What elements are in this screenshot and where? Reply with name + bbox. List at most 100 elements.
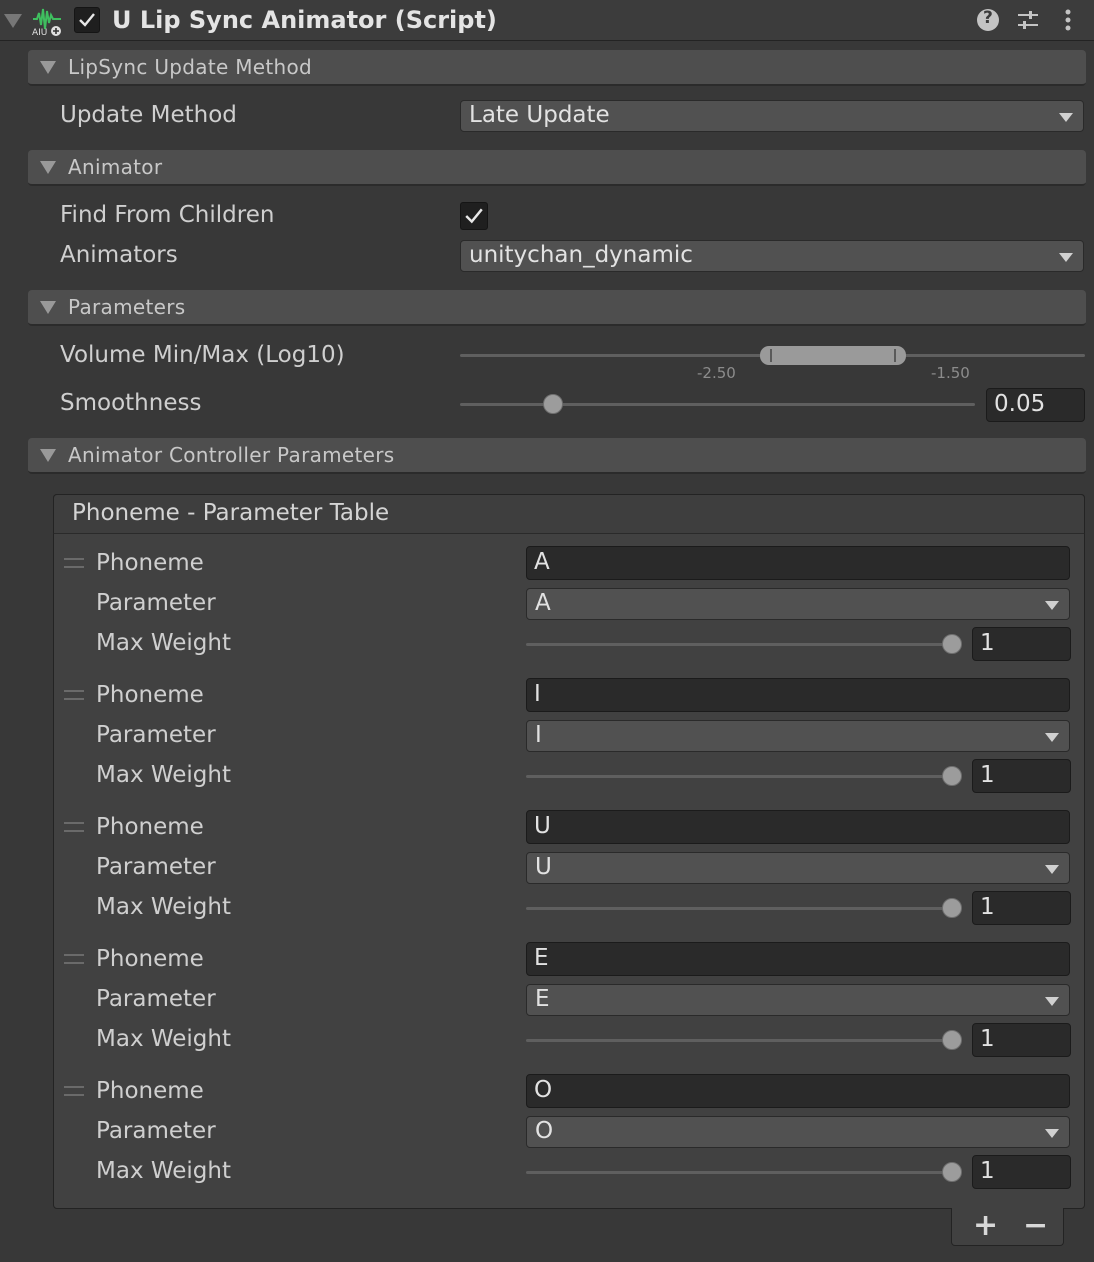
foldout-arrow-icon[interactable] [4, 14, 22, 28]
phoneme-field[interactable]: O [526, 1074, 1070, 1108]
component-header: AIU U Lip Sync Animator (Script) ? [0, 0, 1094, 41]
drag-handle-icon[interactable] [64, 1086, 84, 1096]
phoneme-field[interactable]: E [526, 942, 1070, 976]
volume-range-handle[interactable] [760, 346, 906, 365]
component-enabled-checkbox[interactable] [74, 7, 100, 33]
volume-minmax-label: Volume Min/Max (Log10) [60, 342, 345, 368]
section-title: Parameters [68, 295, 186, 319]
phoneme-value: E [534, 945, 549, 971]
max-weight-slider-knob[interactable] [942, 766, 962, 786]
max-weight-slider-track[interactable] [526, 907, 960, 910]
svg-text:AIU: AIU [32, 28, 47, 37]
phoneme-label: Phoneme [96, 814, 204, 840]
max-weight-value: 1 [980, 1026, 995, 1052]
max-weight-value: 1 [980, 1158, 995, 1184]
chevron-down-icon [1045, 601, 1059, 610]
max-weight-field[interactable]: 1 [972, 1155, 1071, 1189]
volume-max-tick: -1.50 [931, 364, 970, 382]
foldout-arrow-icon [40, 449, 56, 462]
parameter-label: Parameter [96, 590, 216, 616]
max-weight-value: 1 [980, 894, 995, 920]
phoneme-field[interactable]: I [526, 678, 1070, 712]
parameter-dropdown[interactable]: I [526, 720, 1070, 752]
drag-handle-icon[interactable] [64, 690, 84, 700]
remove-element-button[interactable]: − [1023, 1208, 1048, 1243]
kebab-menu-icon[interactable] [1064, 9, 1072, 33]
max-weight-value: 1 [980, 762, 995, 788]
smoothness-slider-track[interactable] [460, 403, 975, 406]
foldout-arrow-icon [40, 161, 56, 174]
phoneme-value: U [534, 813, 551, 839]
section-parameters[interactable]: Parameters [28, 290, 1086, 326]
max-weight-value: 1 [980, 630, 995, 656]
phoneme-value: I [534, 681, 541, 707]
parameter-value: U [535, 854, 552, 880]
max-weight-slider-track[interactable] [526, 1171, 960, 1174]
phoneme-field[interactable]: U [526, 810, 1070, 844]
animators-dropdown[interactable]: unitychan_dynamic [460, 240, 1084, 272]
parameter-label: Parameter [96, 854, 216, 880]
parameter-dropdown[interactable]: U [526, 852, 1070, 884]
section-animator[interactable]: Animator [28, 150, 1086, 186]
max-weight-label: Max Weight [96, 894, 231, 920]
parameter-value: O [535, 1118, 554, 1144]
parameter-dropdown[interactable]: E [526, 984, 1070, 1016]
section-lipsync-update-method[interactable]: LipSync Update Method [28, 50, 1086, 86]
phoneme-value: O [534, 1077, 553, 1103]
phoneme-label: Phoneme [96, 682, 204, 708]
max-weight-slider-knob[interactable] [942, 898, 962, 918]
smoothness-value: 0.05 [994, 391, 1046, 417]
table-title: Phoneme - Parameter Table [72, 500, 390, 526]
phoneme-field[interactable]: A [526, 546, 1070, 580]
max-weight-slider-knob[interactable] [942, 634, 962, 654]
phoneme-label: Phoneme [96, 550, 204, 576]
parameter-dropdown[interactable]: O [526, 1116, 1070, 1148]
drag-handle-icon[interactable] [64, 558, 84, 568]
chevron-down-icon [1059, 253, 1073, 262]
smoothness-slider-knob[interactable] [543, 394, 563, 414]
chevron-down-icon [1045, 865, 1059, 874]
max-weight-slider-track[interactable] [526, 1039, 960, 1042]
parameter-label: Parameter [96, 986, 216, 1012]
max-weight-field[interactable]: 1 [972, 1023, 1071, 1057]
chevron-down-icon [1045, 997, 1059, 1006]
drag-handle-icon[interactable] [64, 822, 84, 832]
section-animator-controller-parameters[interactable]: Animator Controller Parameters [28, 438, 1086, 474]
phoneme-value: A [534, 549, 550, 575]
drag-handle-icon[interactable] [64, 954, 84, 964]
smoothness-field[interactable]: 0.05 [986, 388, 1085, 422]
parameter-dropdown[interactable]: A [526, 588, 1070, 620]
parameter-value: E [535, 986, 550, 1012]
max-weight-label: Max Weight [96, 1158, 231, 1184]
section-title: Animator [68, 155, 163, 179]
foldout-arrow-icon [40, 301, 56, 314]
update-method-label: Update Method [60, 102, 237, 128]
table-header: Phoneme - Parameter Table [53, 494, 1085, 534]
smoothness-label: Smoothness [60, 390, 202, 416]
update-method-value: Late Update [469, 102, 610, 128]
presets-icon[interactable] [1016, 8, 1040, 32]
list-footer: + − [951, 1208, 1064, 1246]
parameter-label: Parameter [96, 722, 216, 748]
max-weight-slider-knob[interactable] [942, 1030, 962, 1050]
max-weight-field[interactable]: 1 [972, 627, 1071, 661]
max-weight-slider-knob[interactable] [942, 1162, 962, 1182]
max-weight-field[interactable]: 1 [972, 891, 1071, 925]
update-method-dropdown[interactable]: Late Update [460, 100, 1084, 132]
add-element-button[interactable]: + [973, 1208, 998, 1243]
ulipsync-animator-icon: AIU [31, 5, 65, 38]
max-weight-slider-track[interactable] [526, 775, 960, 778]
max-weight-label: Max Weight [96, 762, 231, 788]
phoneme-label: Phoneme [96, 946, 204, 972]
max-weight-slider-track[interactable] [526, 643, 960, 646]
parameter-value: A [535, 590, 551, 616]
parameter-value: I [535, 722, 542, 748]
max-weight-label: Max Weight [96, 630, 231, 656]
chevron-down-icon [1045, 1129, 1059, 1138]
parameter-label: Parameter [96, 1118, 216, 1144]
chevron-down-icon [1059, 113, 1073, 122]
help-icon[interactable]: ? [977, 8, 999, 31]
max-weight-field[interactable]: 1 [972, 759, 1071, 793]
animators-value: unitychan_dynamic [469, 242, 693, 268]
find-from-children-checkbox[interactable] [460, 202, 488, 230]
